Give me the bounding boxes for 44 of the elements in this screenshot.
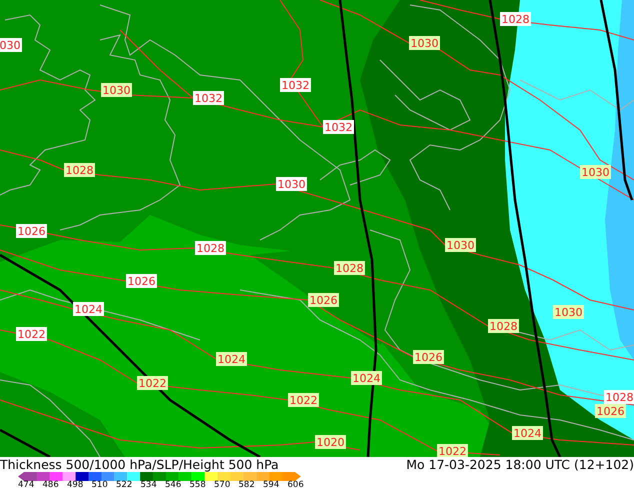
isobar-label: 1022	[137, 376, 168, 390]
isobar-label: 1024	[73, 302, 104, 316]
isobar-label: 1030	[580, 165, 611, 179]
isobar-label: 1026	[16, 224, 47, 238]
isobar-label: 1024	[216, 352, 247, 366]
isobar-label: 1022	[16, 327, 47, 341]
scale-tick-label: 486	[42, 481, 60, 490]
scale-tick-label: 474	[18, 481, 36, 490]
isobar-label: 1026	[308, 293, 339, 307]
isobar-label: 1024	[512, 426, 543, 440]
scale-tick-label: 558	[190, 481, 207, 490]
isobar-label: 1022	[437, 444, 468, 457]
isobar-label: 1030	[409, 36, 440, 50]
isobar-label: 1028	[604, 390, 634, 404]
isobar-label: 1028	[64, 163, 95, 177]
isobar-label: 030	[0, 38, 22, 52]
isobar-label: 1030	[553, 305, 584, 319]
isobar-label: 1024	[351, 371, 382, 385]
isobar-label: 1032	[193, 91, 224, 105]
isobar-label: 1028	[488, 319, 519, 333]
isobar-label: 1028	[334, 261, 365, 275]
isobar-label: 1030	[101, 83, 132, 97]
isobar-label: 1028	[500, 12, 531, 26]
scale-tick-label: 510	[92, 481, 109, 490]
scale-tick-label: 570	[214, 481, 232, 490]
scale-tick-label: 594	[263, 481, 280, 490]
scale-tick-label: 606	[288, 481, 305, 490]
isobar-label: 1032	[280, 78, 311, 92]
isobar-label: 1030	[445, 238, 476, 252]
scale-tick-label: 546	[165, 481, 182, 490]
scale-tick-label: 534	[140, 481, 158, 490]
isobar-label: 1022	[288, 393, 319, 407]
scale-tick-label: 582	[238, 481, 256, 490]
valid-time: Mo 17-03-2025 18:00 UTC (12+102)	[406, 457, 634, 472]
isobar-label: 1028	[195, 241, 226, 255]
isobar-label: 1032	[323, 120, 354, 134]
scale-tick-label: 522	[116, 481, 134, 490]
isobar-label: 1020	[315, 435, 346, 449]
isobar-label: 1026	[413, 350, 444, 364]
isobar-label: 1030	[276, 177, 307, 191]
isobar-label: 1026	[126, 274, 157, 288]
isobar-label: 1026	[595, 404, 626, 418]
chart-title: Thickness 500/1000 hPa/SLP/Height 500 hPa	[0, 457, 279, 472]
scale-tick-label: 498	[67, 481, 84, 490]
